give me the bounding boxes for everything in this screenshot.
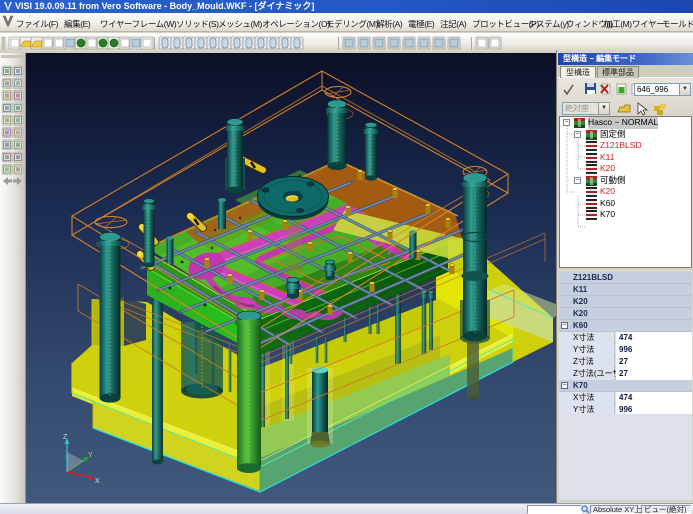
svg-text:Z: Z [63,434,68,441]
svg-text:X: X [95,478,100,485]
svg-text:Y: Y [88,452,93,459]
